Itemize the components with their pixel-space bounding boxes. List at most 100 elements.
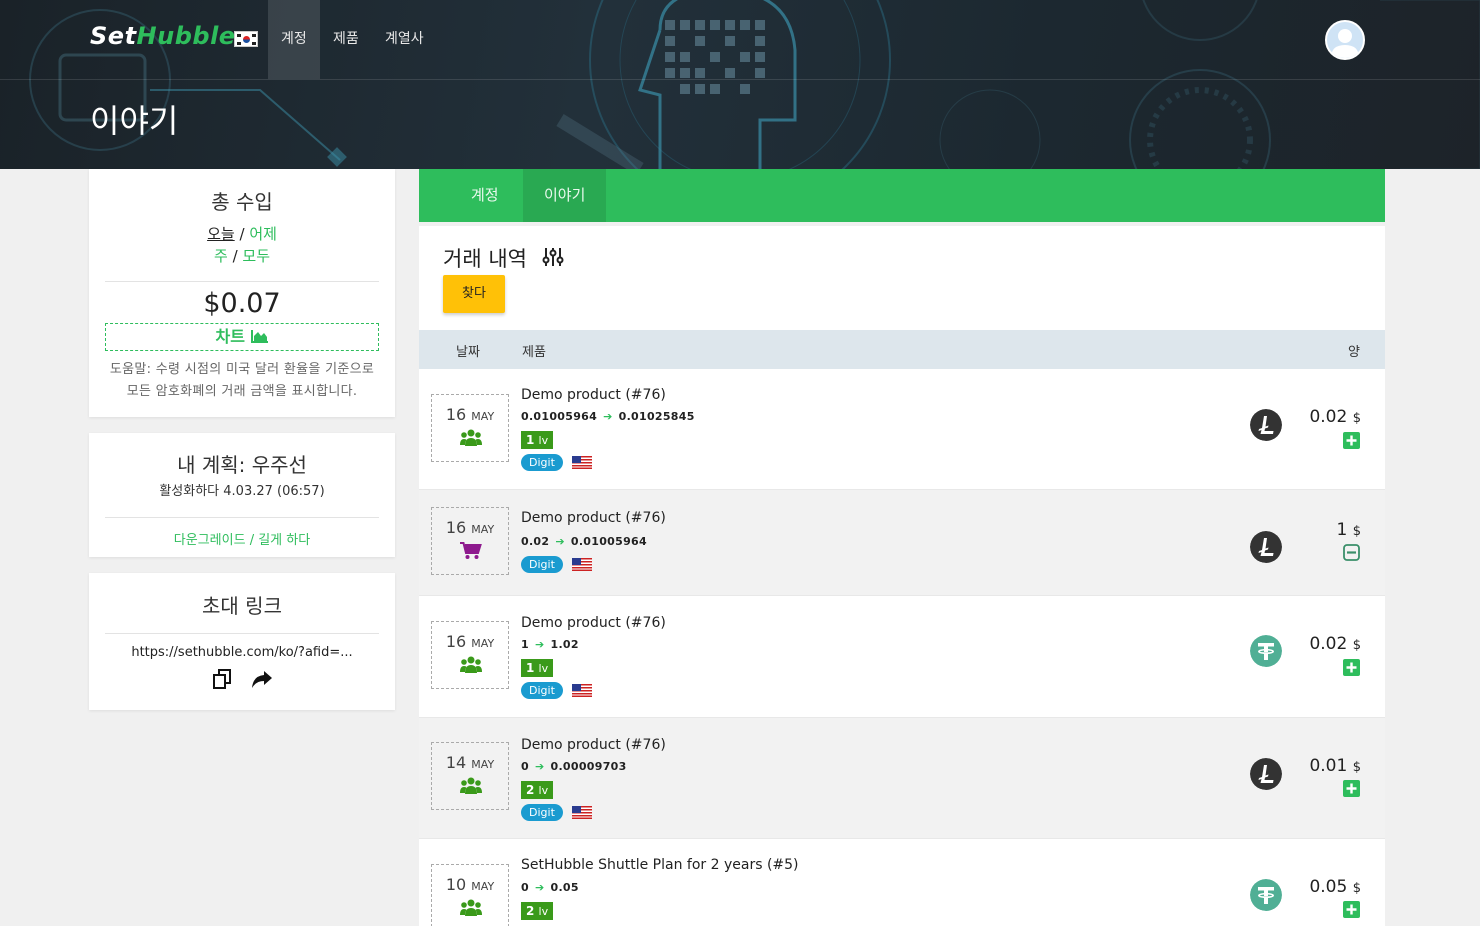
product-name[interactable]: Demo product (#76): [521, 510, 666, 526]
share-icon[interactable]: [250, 667, 274, 691]
plus-square-icon: [1343, 780, 1360, 797]
plan-name: 우주선: [251, 453, 307, 477]
period-yesterday[interactable]: 어제: [249, 225, 277, 243]
invite-card: 초대 링크 https://sethubble.com/ko/?afid=...: [89, 573, 395, 710]
amount-value: 0.05 $: [1309, 877, 1361, 897]
top-navigation: SetHubble 계정 제품 계열사: [0, 0, 1480, 80]
earnings-card: 총 수입 오늘 / 어제 주 / 모두 $0.07 차트 도움말: 수령 시점의…: [89, 169, 395, 417]
date-box: 16 MAY: [431, 394, 509, 462]
minus-square-icon: [1343, 544, 1360, 561]
rate-change: 0 ➔ 0.05: [521, 881, 579, 894]
amount-value: 1 $: [1336, 520, 1361, 540]
product-name[interactable]: SetHubble Shuttle Plan for 2 years (#5): [521, 857, 799, 873]
divider: [105, 517, 379, 518]
product-name[interactable]: Demo product (#76): [521, 387, 666, 403]
product-name[interactable]: Demo product (#76): [521, 615, 666, 631]
table-header: 날짜 제품 양: [419, 330, 1385, 369]
user-icon: [1331, 29, 1359, 58]
digit-badge: Digit: [521, 556, 563, 573]
amount-value: 0.02 $: [1309, 634, 1361, 654]
filter-settings-icon[interactable]: [541, 246, 565, 268]
users-icon: [460, 777, 482, 794]
plan-activated: 활성화하다 4.03.27 (06:57): [159, 484, 325, 499]
plan-card: 내 계획: 우주선 활성화하다 4.03.27 (06:57) 다운그레이드 /…: [89, 433, 395, 557]
column-date[interactable]: 날짜: [456, 341, 480, 360]
rate-change: 1 ➔ 1.02: [521, 638, 579, 651]
us-flag-icon: [572, 684, 592, 697]
date-box: 10 MAY: [431, 864, 509, 926]
help-text: 도움말: 수령 시점의 미국 달러 환율을 기준으로 모든 암호화폐의 거래 금…: [109, 362, 375, 399]
plus-square-icon: [1343, 432, 1360, 449]
nav-account[interactable]: 계정: [268, 0, 320, 79]
plus-square-icon: [1343, 901, 1360, 918]
chart-button[interactable]: 차트: [105, 323, 379, 351]
digit-badge: Digit: [521, 454, 563, 471]
sethubble-logo[interactable]: SetHubble: [90, 22, 236, 50]
table-row[interactable]: 10 MAY SetHubble Shuttle Plan for 2 year…: [419, 839, 1385, 926]
amount-value: 0.02 $: [1309, 407, 1361, 427]
date-box: 14 MAY: [431, 742, 509, 810]
date-label: 16 MAY: [445, 405, 495, 424]
period-today[interactable]: 오늘: [207, 225, 235, 243]
level-badge: 2 lv: [521, 781, 554, 799]
amount-value: 0.01 $: [1309, 756, 1361, 776]
period-week[interactable]: 주: [214, 247, 228, 265]
date-label: 16 MAY: [445, 632, 495, 651]
downgrade-extend-link[interactable]: 다운그레이드 / 길게 하다: [89, 529, 395, 548]
separator: /: [239, 225, 245, 243]
us-flag-icon: [572, 806, 592, 819]
table-row[interactable]: 16 MAY Demo product (#76) 0.01005964 ➔ 0.0…: [419, 369, 1385, 490]
page-title: 이야기: [90, 102, 179, 140]
nav-affiliates[interactable]: 계열사: [372, 0, 437, 79]
tab-history[interactable]: 이야기: [523, 169, 607, 222]
product-name[interactable]: Demo product (#76): [521, 737, 666, 753]
table-row[interactable]: 16 MAY Demo product (#76) 1 ➔ 1.02 1 lv Di…: [419, 596, 1385, 718]
tether-icon: [1250, 879, 1282, 911]
history-title: 거래 내역: [443, 247, 527, 271]
invite-title: 초대 링크: [202, 594, 282, 618]
period-all[interactable]: 모두: [242, 247, 270, 265]
tether-icon: [1250, 635, 1282, 667]
column-product[interactable]: 제품: [522, 341, 546, 360]
nav-products[interactable]: 제품: [320, 0, 372, 79]
digit-badge: Digit: [521, 804, 563, 821]
litecoin-icon: [1250, 409, 1282, 441]
separator: /: [232, 247, 238, 265]
history-panel: 거래 내역 찾다 날짜 제품 양 16 MAY Demo product (#7…: [419, 226, 1385, 926]
area-chart-icon: [250, 330, 268, 343]
plan-title-prefix: 내 계획:: [177, 453, 246, 477]
date-label: 16 MAY: [445, 518, 495, 537]
korea-flag-icon[interactable]: [234, 31, 258, 47]
cart-icon: [460, 542, 482, 559]
users-icon: [460, 899, 482, 916]
litecoin-icon: [1250, 758, 1282, 790]
divider: [105, 633, 379, 634]
table-row[interactable]: 16 MAY Demo product (#76) 0.02 ➔ 0.0100596…: [419, 490, 1385, 596]
digit-badge: Digit: [521, 682, 563, 699]
date-label: 10 MAY: [445, 875, 495, 894]
level-badge: 2 lv: [521, 902, 554, 920]
user-avatar[interactable]: [1325, 20, 1365, 60]
date-box: 16 MAY: [431, 621, 509, 689]
column-amount[interactable]: 양: [1348, 341, 1360, 360]
date-box: 16 MAY: [431, 507, 509, 575]
us-flag-icon: [572, 456, 592, 469]
invite-actions: [89, 667, 395, 695]
chart-label: 차트: [215, 327, 245, 346]
hero-header: SetHubble 계정 제품 계열사 이야기: [0, 0, 1480, 169]
divider: [105, 281, 379, 282]
copy-icon[interactable]: [210, 667, 234, 691]
users-icon: [460, 429, 482, 446]
find-button[interactable]: 찾다: [443, 275, 505, 313]
rate-change: 0 ➔ 0.00009703: [521, 760, 627, 773]
date-label: 14 MAY: [445, 753, 495, 772]
tab-account[interactable]: 계정: [450, 169, 520, 222]
level-badge: 1 lv: [521, 659, 554, 677]
us-flag-icon: [572, 558, 592, 571]
earnings-amount: $0.07: [203, 288, 281, 319]
invite-url[interactable]: https://sethubble.com/ko/?afid=...: [89, 645, 395, 660]
rate-change: 0.02 ➔ 0.01005964: [521, 535, 647, 548]
plan-title: 내 계획: 우주선: [89, 449, 395, 478]
table-row[interactable]: 14 MAY Demo product (#76) 0 ➔ 0.00009703 2…: [419, 718, 1385, 839]
level-badge: 1 lv: [521, 431, 554, 449]
